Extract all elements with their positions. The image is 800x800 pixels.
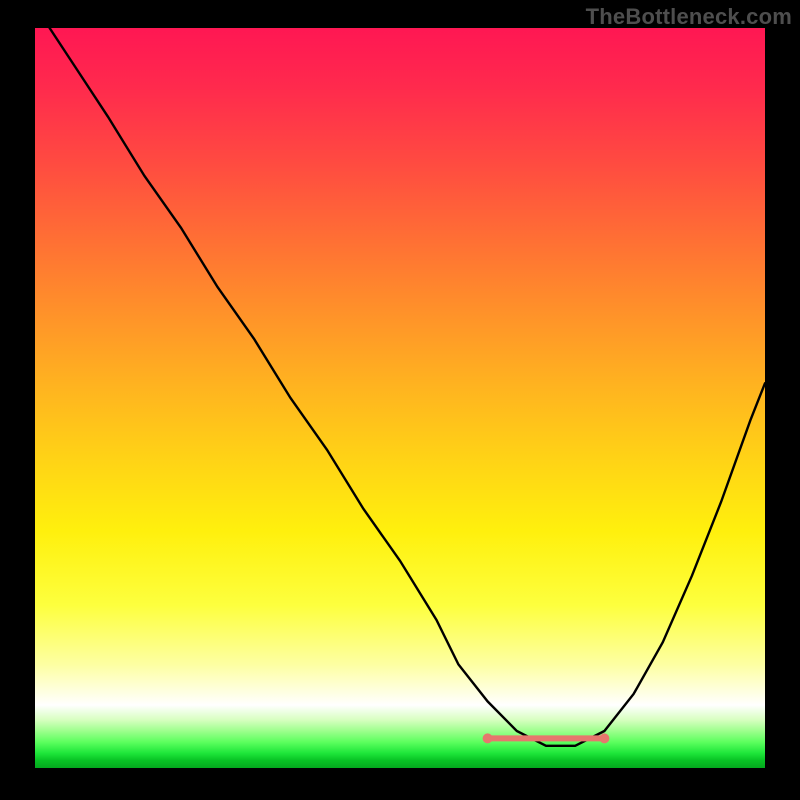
optimal-zone-start-marker [483, 733, 493, 743]
curve-layer [35, 28, 765, 768]
plot-area [35, 28, 765, 768]
watermark-text: TheBottleneck.com [586, 4, 792, 30]
bottleneck-curve [50, 28, 765, 746]
optimal-zone-end-marker [599, 733, 609, 743]
chart-container: TheBottleneck.com [0, 0, 800, 800]
